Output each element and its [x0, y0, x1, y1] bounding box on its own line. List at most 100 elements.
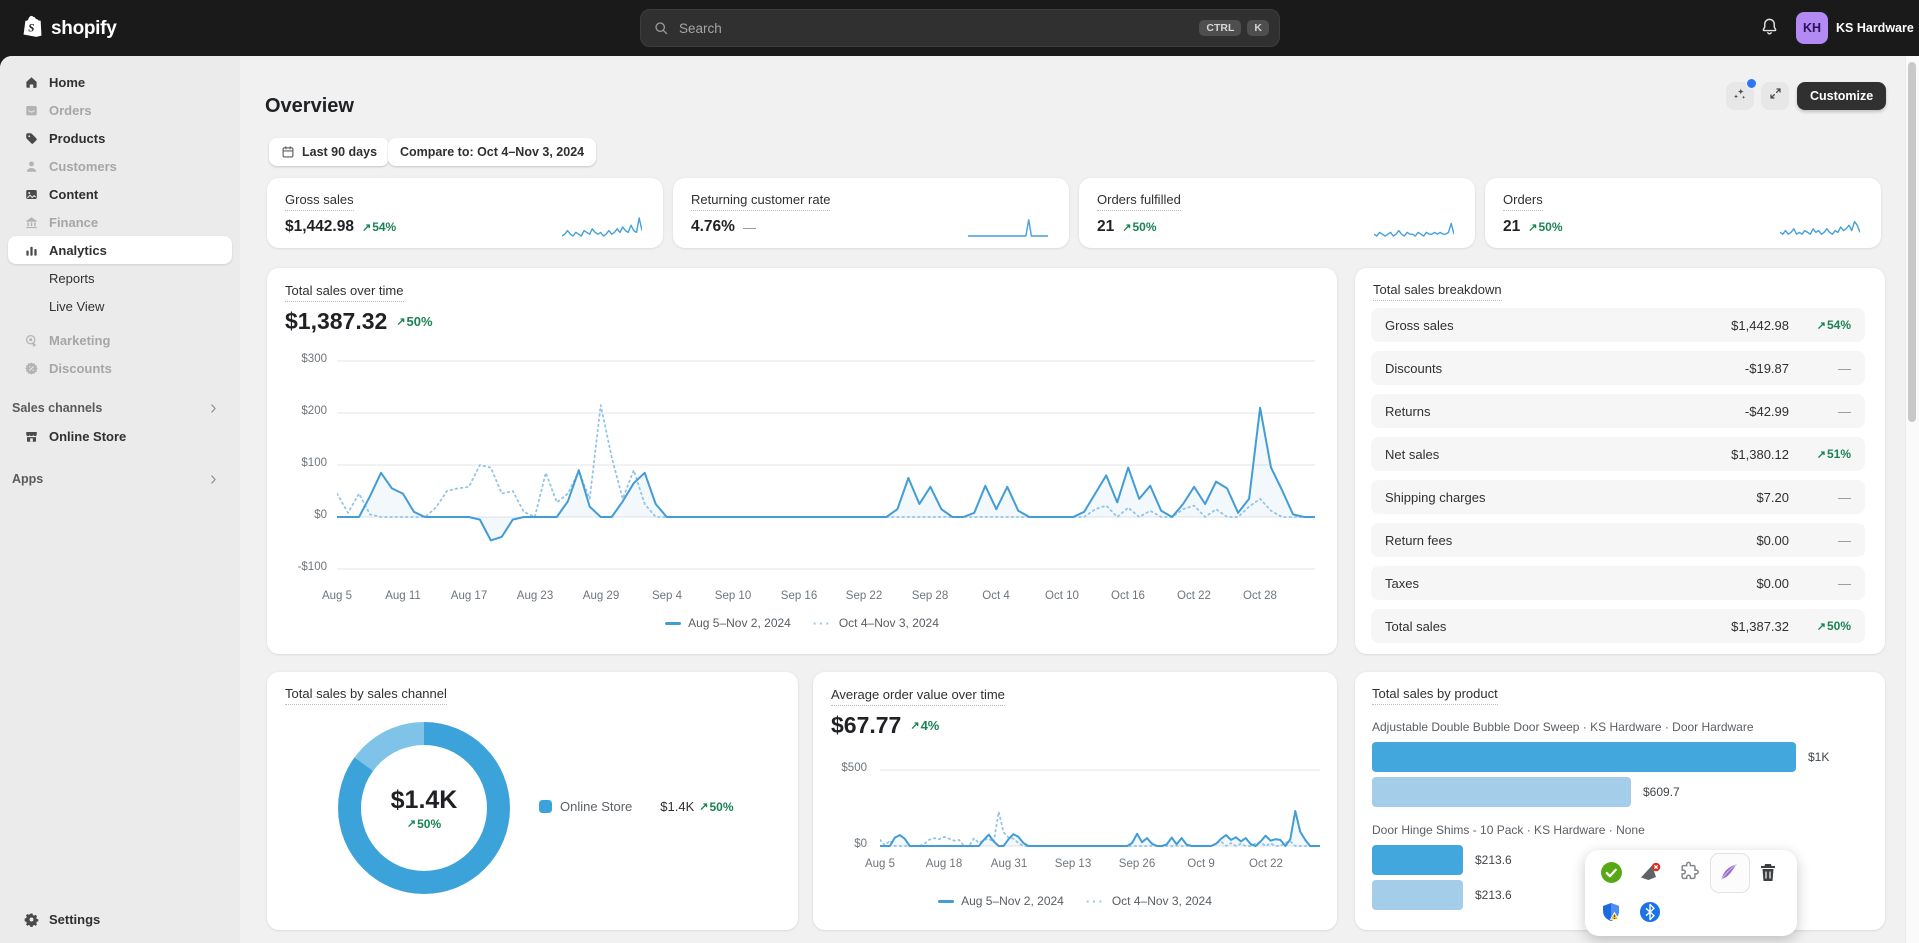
delta-badge: ↗51% [1817, 447, 1851, 461]
metric-label[interactable]: Orders fulfilled [1097, 192, 1181, 211]
total-sales-over-time-title[interactable]: Total sales over time [285, 283, 404, 302]
keycap-ctrl: CTRL [1199, 20, 1241, 37]
notifications-button[interactable] [1756, 16, 1782, 42]
chart-legend: Aug 5–Nov 2, 2024 ···Oct 4–Nov 3, 2024 [267, 616, 1337, 630]
sidebar-item-label: Discounts [49, 361, 112, 376]
shopify-logo[interactable]: S shopify [20, 14, 116, 44]
aov-title[interactable]: Average order value over time [831, 687, 1005, 706]
sales-by-channel-card: Total sales by sales channel $1.4K ↗50% … [267, 672, 798, 930]
compare-label: Compare to: Oct 4–Nov 3, 2024 [400, 145, 584, 159]
error-triangle-icon[interactable] [1638, 860, 1662, 884]
online-store-swatch [539, 800, 552, 813]
breakdown-row-shipping-charges: Shipping charges$7.20— [1371, 480, 1865, 514]
feather-highlighter-icon[interactable] [1717, 860, 1741, 884]
x-axis-label: Oct 10 [1045, 590, 1079, 602]
breakdown-label: Return fees [1385, 533, 1756, 548]
x-axis-label: Oct 22 [1249, 858, 1283, 870]
compare-to-button[interactable]: Compare to: Oct 4–Nov 3, 2024 [388, 138, 596, 166]
sidebar-item-online-store[interactable]: Online Store [8, 422, 232, 450]
metric-sparkline [1780, 217, 1860, 237]
metric-value: 21 [1097, 218, 1114, 236]
date-range-button[interactable]: Last 90 days [269, 138, 389, 166]
sidebar-item-products[interactable]: Products [8, 124, 232, 152]
sidebar-item-settings[interactable]: Settings [8, 905, 232, 933]
sidebar-item-customers: Customers [8, 152, 232, 180]
orders-icon [24, 103, 39, 118]
y-axis-label: $100 [281, 457, 327, 469]
metric-label[interactable]: Orders [1503, 192, 1543, 211]
metric-label[interactable]: Returning customer rate [691, 192, 830, 211]
sparkle-icon [1732, 86, 1748, 107]
total-sales-line-svg [337, 360, 1315, 570]
legend-comparison-label: Oct 4–Nov 3, 2024 [1112, 894, 1212, 908]
x-axis-label: Sep 26 [1119, 858, 1155, 870]
sidebar-section-sales-channels[interactable]: Sales channels [0, 394, 232, 422]
x-axis-label: Aug 17 [451, 590, 487, 602]
finance-icon [24, 215, 39, 230]
delta-badge: ↗50% [1122, 220, 1156, 234]
customize-button[interactable]: Customize [1797, 82, 1886, 110]
x-axis-label: Oct 4 [982, 590, 1009, 602]
x-axis-label: Sep 10 [715, 590, 751, 602]
aov-delta: ↗4% [910, 718, 939, 733]
bar-value-label: $213.6 [1475, 853, 1512, 867]
product-bar-current [1372, 845, 1463, 875]
shield-warning-icon[interactable] [1599, 900, 1623, 924]
trend-up-icon: ↗ [1817, 620, 1826, 633]
sidebar-item-live-view[interactable]: Live View [8, 292, 232, 320]
puzzle-icon[interactable] [1677, 860, 1701, 884]
sidebar-item-analytics[interactable]: Analytics [8, 236, 232, 264]
sidebar-item-reports[interactable]: Reports [8, 264, 232, 292]
fullscreen-button[interactable] [1761, 82, 1789, 110]
sales-by-product-title[interactable]: Total sales by product [1372, 686, 1498, 705]
sidebar-item-label: Settings [49, 912, 100, 927]
chevron-right-icon[interactable] [207, 473, 220, 486]
metric-sparkline [968, 217, 1048, 237]
sidebar-item-home[interactable]: Home [8, 68, 232, 96]
store-icon [24, 429, 39, 444]
analytics-icon [24, 243, 39, 258]
trend-up-icon: ↗ [1528, 221, 1537, 234]
sidebar-item-content[interactable]: Content [8, 180, 232, 208]
sidebar-item-finance: Finance [8, 208, 232, 236]
breakdown-value: $1,442.98 [1731, 318, 1789, 333]
sidebar-item-label: Products [49, 131, 105, 146]
metric-value: $1,442.98 [285, 218, 354, 236]
shopify-wordmark: shopify [51, 18, 116, 40]
page-title: Overview [265, 95, 354, 118]
account-menu[interactable]: KH KS Hardware [1796, 12, 1914, 44]
breakdown-title[interactable]: Total sales breakdown [1373, 282, 1502, 301]
y-axis-label: $500 [825, 762, 867, 774]
store-name: KS Hardware [1836, 21, 1914, 35]
metric-card-gross-sales: Gross sales$1,442.98↗54% [267, 178, 663, 248]
bluetooth-icon[interactable] [1638, 900, 1662, 924]
chevron-right-icon[interactable] [207, 402, 220, 415]
trash-icon[interactable] [1756, 860, 1780, 884]
global-search[interactable]: CTRL K [640, 9, 1280, 47]
section-label: Sales channels [12, 401, 102, 415]
bell-icon [1760, 17, 1779, 41]
aov-legend: Aug 5–Nov 2, 2024 ···Oct 4–Nov 3, 2024 [813, 894, 1337, 908]
customers-icon [24, 159, 39, 174]
sidebar-item-label: Orders [49, 103, 92, 118]
magic-assistant-button[interactable] [1726, 82, 1754, 110]
page-scrollbar-thumb[interactable] [1908, 62, 1916, 422]
breakdown-row-net-sales: Net sales$1,380.12↗51% [1371, 437, 1865, 471]
no-change-dash: — [1838, 576, 1851, 591]
delta-badge: ↗50% [1528, 220, 1562, 234]
x-axis-label: Aug 23 [517, 590, 553, 602]
sidebar-section-apps[interactable]: Apps [0, 465, 232, 493]
section-label: Apps [12, 472, 43, 486]
approved-check-icon[interactable] [1599, 860, 1623, 884]
sidebar-item-orders: Orders [8, 96, 232, 124]
home-icon [24, 75, 39, 90]
breakdown-row-total-sales: Total sales$1,387.32↗50% [1371, 609, 1865, 643]
breakdown-label: Discounts [1385, 361, 1745, 376]
current-period-swatch [938, 900, 954, 903]
search-input[interactable] [677, 20, 1193, 37]
x-axis-label: Sep 4 [652, 590, 682, 602]
metric-value: 21 [1503, 218, 1520, 236]
sidebar-item-label: Content [49, 187, 98, 202]
metric-label[interactable]: Gross sales [285, 192, 354, 211]
sales-by-channel-title[interactable]: Total sales by sales channel [285, 686, 447, 705]
